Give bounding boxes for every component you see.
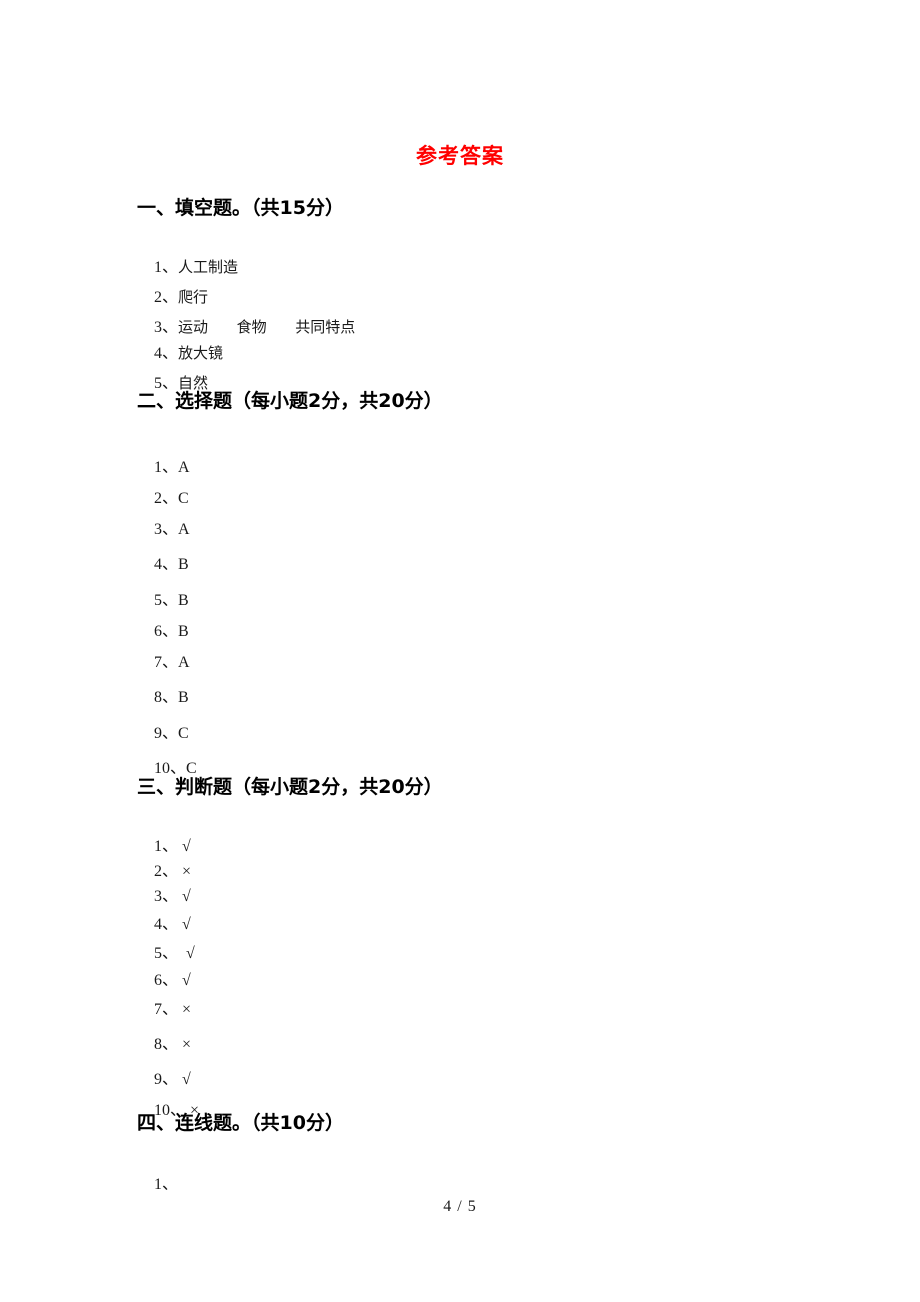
section-heading-fill-in-blank: 一、填空题。（共15分） bbox=[137, 197, 344, 219]
answer-number: 1、 bbox=[154, 1176, 179, 1193]
page-number-footer: 4 / 5 bbox=[443, 1198, 477, 1215]
section-heading-true-false: 三、判断题（每小题2分，共20分） bbox=[137, 776, 443, 798]
section-heading-multiple-choice: 二、选择题（每小题2分，共20分） bbox=[137, 390, 443, 412]
page-title: 参考答案 bbox=[416, 144, 504, 168]
section-heading-matching: 四、连线题。（共10分） bbox=[137, 1112, 344, 1134]
document-page: 参考答案 一、填空题。（共15分） 1、人工制造 2、爬行 3、运动 食物 共同… bbox=[0, 0, 920, 1302]
